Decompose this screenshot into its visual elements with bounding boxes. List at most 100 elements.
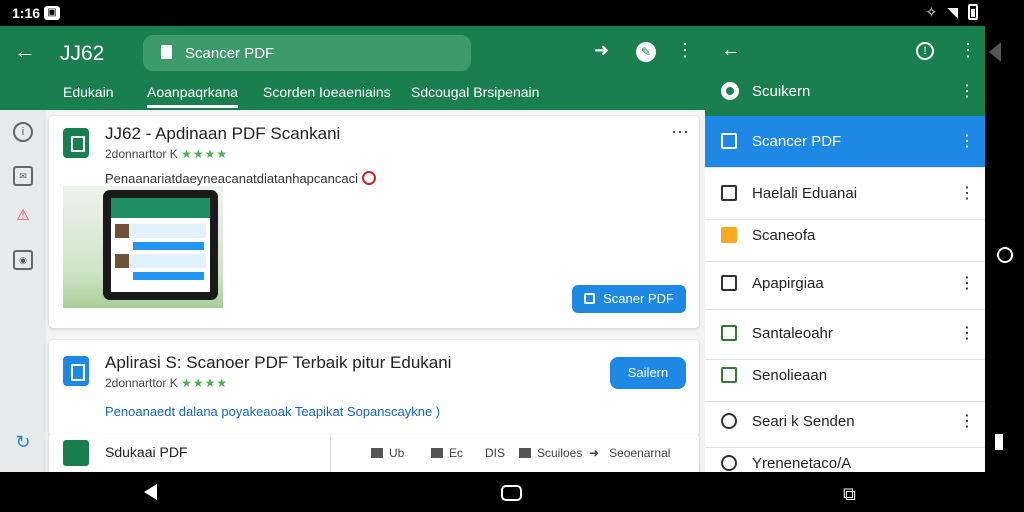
info-icon[interactable]: ! [916, 42, 934, 60]
tool-scuiloes[interactable]: Scuiloes [519, 446, 582, 460]
developer-name: 2donnarttor K [105, 147, 178, 161]
scanner-pdf-button[interactable]: Scaner PDF [572, 285, 686, 313]
open-button[interactable]: Sailern [610, 357, 686, 389]
panel-item-scaneofa[interactable]: Scaneofa [705, 210, 985, 262]
divider [330, 434, 331, 472]
panel-item-label: Seari k Senden [752, 413, 855, 430]
document-app-icon [63, 356, 89, 386]
folder-icon [519, 448, 531, 458]
card-title: JJ62 - Apdinaan PDF Scankani [105, 124, 341, 143]
panel-item-apapirgiaa[interactable]: Apapirgiaa ⋮ [705, 258, 985, 310]
status-bar: 1:16 ▣ ✧ ◥ [0, 0, 1024, 26]
tab-aoanpaqrkana[interactable]: Aoanpaqrkana [147, 84, 239, 108]
tool-dis[interactable]: DIS [485, 446, 505, 460]
more-icon[interactable]: ⋮ [959, 183, 975, 203]
wifi-icon: ◥ [947, 4, 958, 20]
card-link[interactable]: Penoanaedt dalana poyakeaoak Teapikat So… [105, 404, 440, 419]
tab-bar: Edukain Aoanpaqrkana Scorden Ioeaeniains… [0, 78, 705, 110]
pdf-app-icon [63, 128, 89, 158]
side-panel: ← ! ⋮ Scuikern ⋮ Scancer PDF ⋮ Haelali E… [705, 26, 985, 472]
card-developer: 2donnarttor K ★★★★ [105, 147, 228, 161]
panel-header: ← ! ⋮ Scuikern ⋮ [705, 26, 985, 116]
share-icon: ➜ [589, 446, 600, 460]
main-app: ← JJ62 Scancer PDF ➜ ✎ ⋮ Edukain Aoanpaq… [0, 26, 705, 472]
refresh-icon[interactable]: ↻ [13, 432, 33, 452]
tool-seoenarnal[interactable]: ➜ Seoenarnal [589, 446, 670, 460]
nav-back-icon[interactable] [144, 484, 157, 500]
back-arrow-icon[interactable]: ← [721, 39, 741, 62]
radio-icon[interactable] [721, 82, 739, 100]
scan-icon [721, 325, 737, 341]
tab-edukain[interactable]: Edukain [63, 84, 114, 100]
card-developer: 2donnarttor K ★★★★ [105, 376, 228, 390]
more-icon[interactable]: ⋮ [959, 131, 975, 151]
panel-item-scancer-pdf[interactable]: Scancer PDF ⋮ [705, 116, 985, 168]
nav-home-icon[interactable] [501, 485, 522, 501]
panel-item-label: Yrenenetaco/A [752, 455, 852, 472]
app-title: JJ62 [60, 42, 105, 65]
more-icon[interactable]: ⋮ [676, 40, 694, 61]
user-icon [721, 455, 737, 471]
panel-item-yrenenetaco[interactable]: Yrenenetaco/A [705, 438, 985, 472]
nav-recent-icon[interactable]: ⧉ [843, 484, 856, 505]
info-icon [361, 171, 376, 185]
chart-icon [431, 448, 443, 458]
search-field[interactable]: Scancer PDF [143, 35, 471, 71]
tablet-illustration [103, 190, 218, 300]
collapse-icon[interactable] [989, 42, 1001, 62]
settings-icon [721, 413, 737, 429]
grid-icon [371, 448, 383, 458]
rating-stars: ★★★★ [181, 147, 229, 161]
card-description: Penaanariatdaeyneacanatdiatanhapcancaci [105, 171, 376, 186]
columns-icon [721, 367, 737, 383]
pdf-app-icon [63, 440, 89, 466]
share-icon[interactable]: ➜ [594, 40, 609, 61]
navigation-bar: ⧉ [0, 472, 1024, 512]
app-bar: ← JJ62 Scancer PDF ➜ ✎ ⋮ Edukain Aoanpaq… [0, 26, 705, 110]
split-icon[interactable] [989, 434, 1003, 450]
panel-item-label: Haelali Eduanai [752, 185, 858, 202]
panel-item-label: Santaleoahr [752, 325, 833, 342]
more-icon[interactable]: ⋮ [959, 40, 977, 61]
scan-icon [584, 293, 596, 304]
more-icon[interactable]: ⋯ [671, 122, 689, 143]
more-icon[interactable]: ⋮ [959, 323, 975, 343]
scanner-pdf-label: Scaner PDF [603, 291, 674, 306]
panel-item-label: Scancer PDF [752, 133, 842, 150]
panel-item-label: Scaneofa [752, 227, 816, 244]
tab-scorden[interactable]: Scorden Ioeaeniains [263, 84, 391, 100]
camera-icon[interactable]: ◉ [13, 250, 33, 270]
panel-item-senolieaan[interactable]: Senolieaan [705, 350, 985, 402]
app-card-featured[interactable]: JJ62 - Apdinaan PDF Scankani 2donnarttor… [49, 116, 699, 328]
developer-name: 2donnarttor K [105, 376, 178, 390]
document-icon [721, 133, 737, 149]
description-text: Penaanariatdaeyneacanatdiatanhapcancaci [105, 171, 358, 186]
app-card-aplikasi[interactable]: Aplirasi S: Scanoer PDF Terbaik pitur Ed… [49, 340, 699, 436]
circle-handle-icon[interactable] [997, 247, 1013, 263]
tool-ub[interactable]: Ub [371, 446, 404, 460]
app-card-sdukaai[interactable]: Sdukaai PDF Ub Ec DIS Scuiloes ➜ Seoenarn… [49, 434, 699, 472]
more-icon[interactable]: ⋮ [959, 273, 975, 293]
book-icon [721, 185, 737, 201]
more-icon[interactable]: ⋮ [959, 411, 975, 431]
left-rail: i ✉ ⚠ ◉ ↻ [0, 110, 46, 472]
panel-item-label: Apapirgiaa [752, 275, 824, 292]
camera-icon [721, 275, 737, 291]
panel-item-label: Senolieaan [752, 367, 828, 384]
status-icons: ✧ ◥ [925, 4, 978, 21]
status-time: 1:16 [12, 5, 41, 21]
rating-stars: ★★★★ [181, 376, 229, 390]
tool-ec[interactable]: Ec [431, 446, 463, 460]
search-text: Scancer PDF [185, 45, 275, 62]
vibrate-icon: ✧ [925, 4, 938, 20]
more-icon[interactable]: ⋮ [959, 81, 975, 101]
tab-sdcougal[interactable]: Sdcougal Brsipenain [411, 84, 539, 100]
card-title: Sdukaai PDF [105, 444, 188, 460]
card-title: Aplirasi S: Scanoer PDF Terbaik pitur Ed… [105, 353, 452, 372]
mail-icon[interactable]: ✉ [13, 166, 33, 186]
alert-icon[interactable]: ⚠ [13, 206, 33, 226]
info-icon[interactable]: i [13, 122, 33, 142]
battery-icon [968, 4, 978, 20]
back-arrow-icon[interactable]: ← [14, 38, 36, 64]
compass-icon[interactable]: ✎ [636, 42, 656, 62]
